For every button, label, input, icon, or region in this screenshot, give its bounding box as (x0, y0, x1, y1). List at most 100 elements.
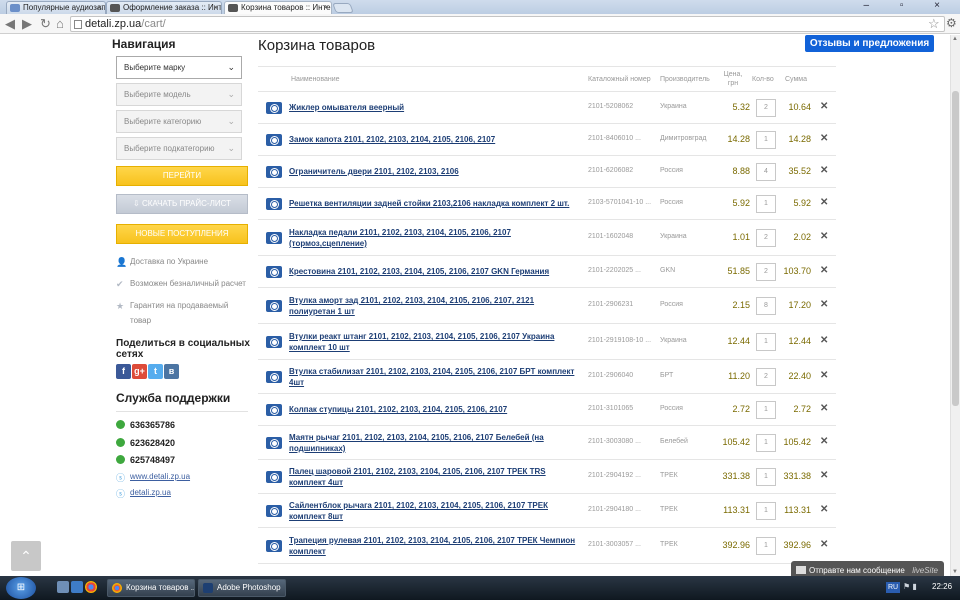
browser-tab-2[interactable]: Оформление заказа :: Инте × (106, 1, 222, 14)
product-name-link[interactable]: Маятн рычаг 2101, 2102, 2103, 2104, 2105… (289, 432, 579, 454)
quantity-input[interactable]: 8 (756, 297, 776, 315)
quantity-input[interactable]: 1 (756, 131, 776, 149)
scrollbar-thumb[interactable] (952, 91, 959, 406)
camera-icon[interactable] (266, 266, 282, 278)
support-title: Служба поддержки (116, 391, 248, 412)
quantity-input[interactable]: 4 (756, 163, 776, 181)
camera-icon[interactable] (266, 166, 282, 178)
facebook-icon[interactable]: f (116, 364, 131, 379)
camera-icon[interactable] (266, 540, 282, 552)
scroll-down-arrow-icon[interactable]: ▼ (952, 569, 958, 575)
camera-icon[interactable] (266, 300, 282, 312)
product-name-link[interactable]: Колпак ступицы 2101, 2102, 2103, 2104, 2… (289, 404, 579, 415)
quantity-input[interactable]: 2 (756, 99, 776, 117)
google-plus-icon[interactable]: g+ (132, 364, 147, 379)
remove-item-icon[interactable]: ✕ (820, 436, 828, 447)
feedback-button[interactable]: Отзывы и предложения (805, 35, 934, 52)
download-price-list-button[interactable]: ⇩ СКАЧАТЬ ПРАЙС-ЛИСТ (116, 194, 248, 214)
remove-item-icon[interactable]: ✕ (820, 101, 828, 112)
quicklaunch-icon[interactable] (57, 581, 69, 593)
language-indicator[interactable]: RU (886, 582, 900, 593)
scroll-up-arrow-icon[interactable]: ▲ (952, 36, 958, 42)
quantity-input[interactable]: 2 (756, 229, 776, 247)
url-input[interactable]: detali.zp.ua/cart/ (70, 16, 945, 32)
twitter-icon[interactable]: t (148, 364, 163, 379)
remove-item-icon[interactable]: ✕ (820, 403, 828, 414)
camera-icon[interactable] (266, 437, 282, 449)
remove-item-icon[interactable]: ✕ (820, 133, 828, 144)
remove-item-icon[interactable]: ✕ (820, 370, 828, 381)
browser-tab-1[interactable]: Популярные аудиозап... × (6, 1, 106, 14)
start-button[interactable]: ⊞ (6, 577, 36, 599)
camera-icon[interactable] (266, 134, 282, 146)
remove-item-icon[interactable]: ✕ (820, 165, 828, 176)
page-scrollbar[interactable]: ▲ ▼ (950, 35, 960, 576)
subcategory-select[interactable]: Выберите подкатегорию ⌄ (116, 137, 242, 160)
quantity-input[interactable]: 1 (756, 434, 776, 452)
camera-icon[interactable] (266, 198, 282, 210)
reload-icon[interactable]: ↻ (40, 16, 51, 32)
remove-item-icon[interactable]: ✕ (820, 231, 828, 242)
vkontakte-icon[interactable]: в (164, 364, 179, 379)
chrome-icon[interactable] (85, 581, 97, 593)
back-icon[interactable]: ◀ (5, 16, 15, 32)
product-name-link[interactable]: Ограничитель двери 2101, 2102, 2103, 210… (289, 166, 579, 177)
product-name-link[interactable]: Втулки реакт штанг 2101, 2102, 2103, 210… (289, 331, 579, 353)
new-tab-button[interactable] (332, 3, 354, 13)
button-label: СКАЧАТЬ ПРАЙС-ЛИСТ (141, 199, 231, 208)
product-name-link[interactable]: Трапеция рулевая 2101, 2102, 2103, 2104,… (289, 535, 579, 557)
tab-close-icon[interactable]: × (97, 2, 102, 14)
quantity-input[interactable]: 1 (756, 195, 776, 213)
camera-icon[interactable] (266, 102, 282, 114)
camera-icon[interactable] (266, 505, 282, 517)
product-name-link[interactable]: Палец шаровой 2101, 2102, 2103, 2104, 21… (289, 466, 579, 488)
scroll-up-button[interactable]: ⌃ (11, 541, 41, 571)
tab-close-icon[interactable]: × (323, 2, 328, 14)
camera-icon[interactable] (266, 232, 282, 244)
taskbar-photoshop[interactable]: Adobe Photoshop (198, 579, 286, 597)
product-name-link[interactable]: Решетка вентиляции задней стойки 2103,21… (289, 198, 579, 209)
wrench-icon[interactable]: ⚙ (946, 16, 957, 30)
model-select[interactable]: Выберите модель ⌄ (116, 83, 242, 106)
product-name-link[interactable]: Крестовина 2101, 2102, 2103, 2104, 2105,… (289, 266, 579, 277)
website-link[interactable]: ⓢ detali.zp.ua (116, 487, 250, 503)
quantity-input[interactable]: 1 (756, 537, 776, 555)
taskbar-chrome[interactable]: Корзина товаров ... (107, 579, 195, 597)
quantity-input[interactable]: 1 (756, 333, 776, 351)
window-controls[interactable]: – ▫ × (863, 0, 954, 11)
home-icon[interactable]: ⌂ (56, 16, 64, 32)
remove-item-icon[interactable]: ✕ (820, 335, 828, 346)
remove-item-icon[interactable]: ✕ (820, 504, 828, 515)
camera-icon[interactable] (266, 471, 282, 483)
remove-item-icon[interactable]: ✕ (820, 299, 828, 310)
bookmark-star-icon[interactable]: ☆ (928, 16, 940, 32)
quantity-input[interactable]: 2 (756, 368, 776, 386)
forward-icon[interactable]: ▶ (22, 16, 32, 32)
product-name-link[interactable]: Втулка аморт зад 2101, 2102, 2103, 2104,… (289, 295, 579, 317)
product-name-link[interactable]: Накладка педали 2101, 2102, 2103, 2104, … (289, 227, 579, 249)
camera-icon[interactable] (266, 336, 282, 348)
remove-item-icon[interactable]: ✕ (820, 197, 828, 208)
go-button[interactable]: ПЕРЕЙТИ (116, 166, 248, 186)
camera-icon[interactable] (266, 404, 282, 416)
quantity-input[interactable]: 2 (756, 263, 776, 281)
product-name-link[interactable]: Втулка стабилизат 2101, 2102, 2103, 2104… (289, 366, 579, 388)
brand-select[interactable]: Выберите марку ⌄ (116, 56, 242, 79)
remove-item-icon[interactable]: ✕ (820, 265, 828, 276)
product-name-link[interactable]: Жиклер омывателя веерный (289, 102, 579, 113)
product-name-link[interactable]: Сайлентблок рычага 2101, 2102, 2103, 210… (289, 500, 579, 522)
product-name-link[interactable]: Замок капота 2101, 2102, 2103, 2104, 210… (289, 134, 579, 145)
social-buttons: f g+ t в (116, 364, 250, 379)
quantity-input[interactable]: 1 (756, 401, 776, 419)
website-link[interactable]: ⓢ www.detali.zp.ua (116, 471, 250, 487)
quantity-input[interactable]: 1 (756, 468, 776, 486)
new-arrivals-button[interactable]: НОВЫЕ ПОСТУПЛЕНИЯ (116, 224, 248, 244)
tab-close-icon[interactable]: × (213, 2, 218, 14)
remove-item-icon[interactable]: ✕ (820, 470, 828, 481)
remove-item-icon[interactable]: ✕ (820, 539, 828, 550)
browser-tab-3[interactable]: Корзина товаров :: Интерн × (224, 1, 332, 14)
camera-icon[interactable] (266, 371, 282, 383)
quantity-input[interactable]: 1 (756, 502, 776, 520)
category-select[interactable]: Выберите категорию ⌄ (116, 110, 242, 133)
quicklaunch-icon[interactable] (71, 581, 83, 593)
